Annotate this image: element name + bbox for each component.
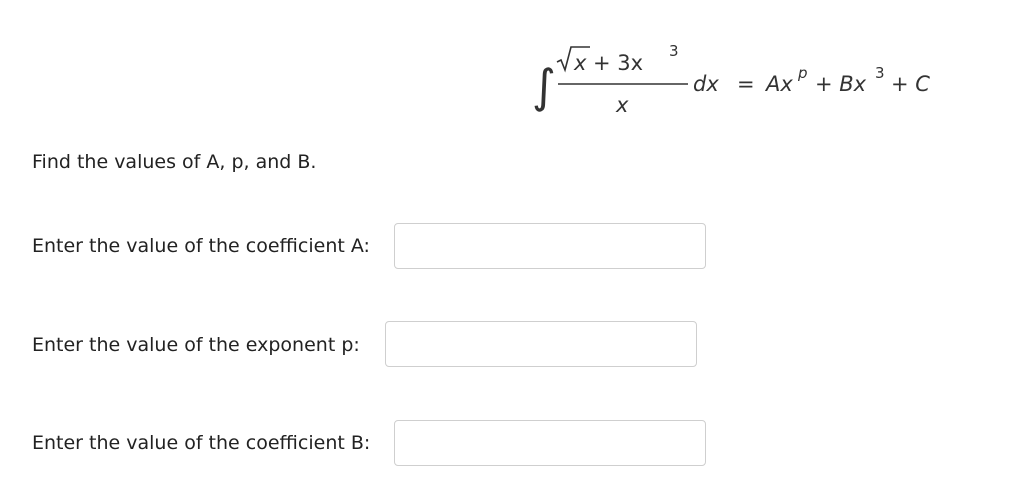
rhs-term-b: + Bx [815, 72, 867, 96]
coefficient-a-row: Enter the value of the coefficient A: [32, 222, 370, 270]
rhs-exponent-3: 3 [875, 64, 885, 82]
equals-sign: = [737, 72, 755, 96]
exponent-p-input[interactable] [385, 321, 697, 367]
differential: dx [693, 72, 719, 96]
numerator-rest: + 3x [593, 51, 643, 75]
equation-graphic: ∫ x + 3x 3 x dx = Ax p + Bx 3 + C [532, 42, 930, 117]
integral-equation: ∫ x + 3x 3 x dx = Ax p + Bx 3 + C [530, 40, 970, 120]
rhs-exponent-p: p [797, 64, 808, 82]
exponent-p-row: Enter the value of the exponent p: [32, 321, 360, 369]
coefficient-b-row: Enter the value of the coefficient B: [32, 419, 370, 467]
question-prompt: Find the values of A, p, and B. [32, 151, 317, 173]
rhs-term-a: Ax [764, 72, 793, 96]
exponent-p-label: Enter the value of the exponent p: [32, 334, 360, 356]
coefficient-b-input[interactable] [394, 420, 706, 466]
numerator-sqrt-var: x [573, 51, 587, 75]
rhs-constant-c: + C [891, 72, 930, 96]
coefficient-a-input[interactable] [394, 223, 706, 269]
coefficient-a-label: Enter the value of the coefficient A: [32, 235, 370, 257]
denominator: x [615, 93, 629, 117]
coefficient-b-label: Enter the value of the coefficient B: [32, 432, 371, 454]
integral-sign: ∫ [532, 59, 556, 113]
numerator-exponent: 3 [669, 42, 679, 60]
